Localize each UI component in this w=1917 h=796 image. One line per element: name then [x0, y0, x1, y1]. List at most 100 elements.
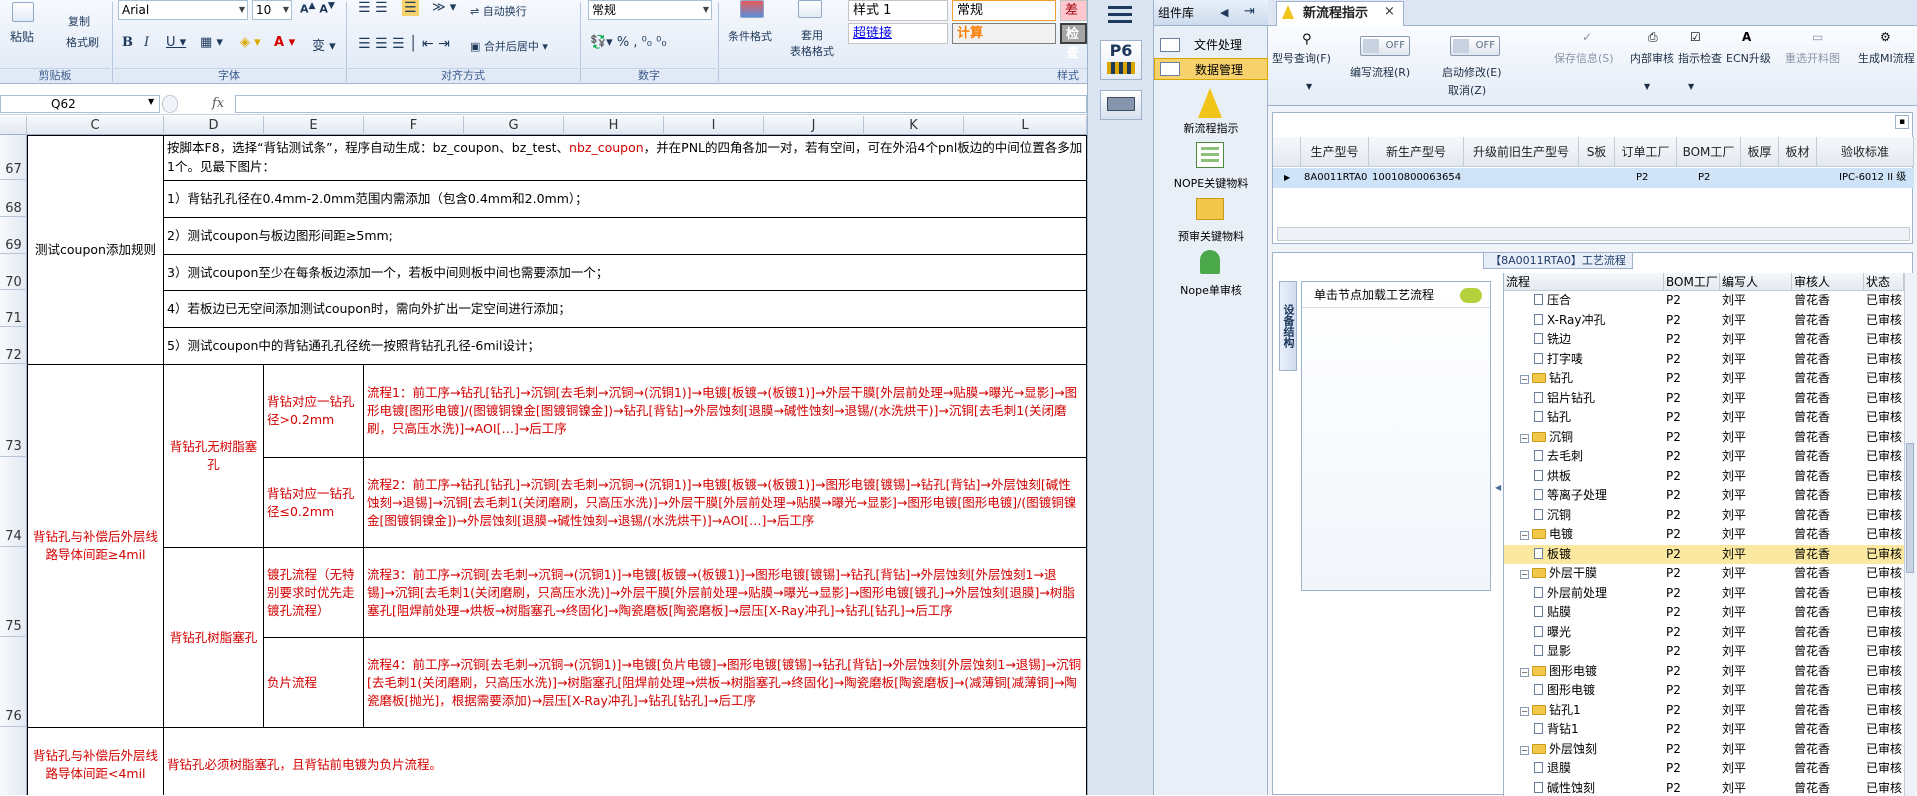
row-header[interactable]: 72	[0, 327, 27, 364]
orientation-icon[interactable]: ≫ ▾	[432, 0, 456, 15]
grid-header[interactable]: 板厚	[1741, 137, 1779, 167]
tree-header[interactable]: 审核人	[1792, 273, 1864, 291]
table-format-icon[interactable]	[798, 0, 822, 18]
tree-node[interactable]: 去毛刺P2刘平曾花香已审核	[1504, 447, 1904, 466]
tree-node[interactable]: 曝光P2刘平曾花香已审核	[1504, 623, 1904, 642]
cell-r71[interactable]: 4）若板边已无空间添加测试coupon时，需向外扩出一定空间进行添加；	[164, 291, 1087, 328]
align-left-icon[interactable]: ☰ ☰ ☰ │ ⇤ ⇥	[358, 36, 450, 52]
formula-input[interactable]	[235, 95, 1087, 113]
row-header[interactable]: 67	[0, 135, 27, 180]
row-header[interactable]: 71	[0, 290, 27, 327]
style-1[interactable]: 样式 1	[848, 0, 948, 21]
name-box[interactable]: Q62	[0, 95, 160, 113]
tree-header[interactable]: 状态	[1864, 273, 1904, 291]
cell-thickness[interactable]	[1741, 168, 1744, 188]
grid-header[interactable]: 生产型号	[1301, 137, 1369, 167]
cell-r67[interactable]: 按脚本F8，选择“背钻测试条”，程序自动生成：bz_coupon、bz_test…	[164, 136, 1087, 181]
tree-node[interactable]: 碱性蚀刻P2刘平曾花香已审核	[1504, 779, 1904, 796]
wrap-text-button[interactable]: ⇌ 自动换行	[470, 3, 527, 19]
folder-open-icon[interactable]	[1196, 198, 1224, 220]
tree-node[interactable]: 图形电镀P2刘平曾花香已审核	[1504, 681, 1904, 700]
phonetic-button[interactable]: 变 ▾	[312, 35, 336, 54]
row-header[interactable]: 74	[0, 457, 27, 547]
cell-model[interactable]: 8A0011RTA0	[1301, 168, 1367, 188]
collapse-icon[interactable]: −	[1520, 746, 1529, 755]
cell-lt4-text[interactable]: 背钻孔必须树脂塞孔，且背钻前电镀为负片流程。	[164, 728, 1087, 795]
paste-icon[interactable]	[12, 2, 34, 22]
tool-new-flow[interactable]: 新流程指示	[1154, 120, 1268, 136]
close-icon[interactable]: ×	[1384, 4, 1395, 19]
copy-button[interactable]: 复制	[68, 13, 90, 29]
cell-r72[interactable]: 5）测试coupon中的背钻通孔孔径统一按照背钻孔孔径-6mil设计；	[164, 328, 1087, 365]
col-header[interactable]: F	[364, 116, 464, 135]
grid-header[interactable]: 验收标准	[1817, 137, 1914, 167]
vertical-scrollbar[interactable]	[1904, 273, 1915, 796]
style-check[interactable]: 检查	[1060, 23, 1087, 44]
grid-header[interactable]: 订单工厂	[1615, 137, 1677, 167]
menu-icon[interactable]	[1108, 6, 1132, 9]
chevron-down-icon[interactable]: ▼	[1688, 82, 1694, 91]
col-header[interactable]: K	[864, 116, 964, 135]
save-button[interactable]: 保存信息(S)	[1554, 50, 1614, 66]
spreadsheet-icon[interactable]	[1196, 142, 1224, 168]
font-size-select[interactable]: 10▼	[252, 0, 292, 20]
tree-node[interactable]: −外层干膜P2刘平曾花香已审核	[1504, 564, 1904, 583]
grid-header[interactable]: S板	[1579, 137, 1615, 167]
internal-review-button[interactable]: 内部审核	[1630, 50, 1674, 66]
number-format-select[interactable]: 常规▼	[588, 0, 712, 20]
bold-button[interactable]: B	[122, 35, 133, 50]
cell-standard[interactable]: IPC-6012 II 级	[1836, 168, 1906, 188]
border-button[interactable]: ▦ ▾	[200, 35, 223, 50]
tree-node[interactable]: −电镀P2刘平曾花香已审核	[1504, 525, 1904, 544]
row-header[interactable]: 75	[0, 547, 27, 637]
cell-le02[interactable]: 背钻对应一钻孔径≤0.2mm	[264, 458, 364, 548]
flow-check-button[interactable]: 指示检查	[1678, 50, 1722, 66]
tree-header[interactable]: BOM工厂	[1664, 273, 1720, 291]
fill-color-button[interactable]: ◈ ▾	[240, 35, 261, 50]
collapse-icon[interactable]: −	[1520, 375, 1529, 384]
cell-new-model[interactable]: 10010800063654	[1369, 168, 1461, 188]
machine-icon[interactable]	[1100, 90, 1142, 120]
tree-node[interactable]: 板镀P2刘平曾花香已审核	[1504, 545, 1904, 564]
collapse-icon[interactable]: −	[1520, 668, 1529, 677]
cell-coupon-label[interactable]: 测试coupon添加规则	[27, 136, 164, 365]
tree-node[interactable]: 贴膜P2刘平曾花香已审核	[1504, 603, 1904, 622]
p6-app-icon[interactable]: P6	[1100, 40, 1142, 80]
tool-nope-review[interactable]: Nope单审核	[1154, 282, 1268, 298]
tree-node[interactable]: 等离子处理P2刘平曾花香已审核	[1504, 486, 1904, 505]
conditional-format-button[interactable]: 条件格式	[728, 28, 772, 44]
cell-flow3[interactable]: 流程3：前工序→沉铜[去毛刺→沉铜→(沉铜1)]→电镀[板镀→(板镀1)]→图形…	[364, 548, 1087, 638]
lightning-icon[interactable]	[1198, 88, 1222, 118]
tree-node[interactable]: 显影P2刘平曾花香已审核	[1504, 642, 1904, 661]
chevron-down-icon[interactable]: ▼	[1644, 82, 1650, 91]
pin-icon[interactable]: ⇥	[1244, 4, 1255, 19]
collapse-icon[interactable]: −	[1520, 434, 1529, 443]
tree-node[interactable]: −沉铜P2刘平曾花香已审核	[1504, 428, 1904, 447]
tree-node[interactable]: 背钻1P2刘平曾花香已审核	[1504, 720, 1904, 739]
formula-expand-icon[interactable]	[162, 95, 178, 113]
cell-no-resin[interactable]: 背钻孔无树脂塞孔	[164, 365, 264, 548]
tree-node[interactable]: 压合P2刘平曾花香已审核	[1504, 291, 1904, 310]
col-header[interactable]: E	[264, 116, 364, 135]
tree-node[interactable]: X-Ray冲孔P2刘平曾花香已审核	[1504, 311, 1904, 330]
font-color-button[interactable]: A ▾	[274, 35, 295, 50]
tool-nope-material[interactable]: NOPE关键物料	[1154, 175, 1268, 191]
tab-equipment[interactable]: 设备结构	[1279, 281, 1297, 371]
tool-prereview[interactable]: 预审关键物料	[1154, 228, 1268, 244]
cell-s-board[interactable]	[1579, 168, 1582, 188]
style-normal[interactable]: 常规	[952, 0, 1056, 21]
fx-icon[interactable]: fx	[212, 96, 224, 111]
grid-header[interactable]: 新生产型号	[1369, 137, 1464, 167]
italic-button[interactable]: I	[144, 35, 149, 50]
tree-node[interactable]: −钻孔P2刘平曾花香已审核	[1504, 369, 1904, 388]
paste-button[interactable]: 粘贴	[10, 28, 34, 45]
cell-flow1[interactable]: 流程1：前工序→钻孔[钻孔]→沉铜[去毛刺→沉铜→(沉铜1)]→电镀[板镀→(板…	[364, 365, 1087, 458]
col-header[interactable]: C	[27, 116, 164, 135]
tree-node[interactable]: −钻孔1P2刘平曾花香已审核	[1504, 701, 1904, 720]
cell-material[interactable]	[1779, 168, 1782, 188]
tree-node[interactable]: −外层蚀刻P2刘平曾花香已审核	[1504, 740, 1904, 759]
tree-node[interactable]: 外层前处理P2刘平曾花香已审核	[1504, 584, 1904, 603]
chevron-left-icon[interactable]: ◀	[1220, 6, 1228, 19]
cell-old-model[interactable]	[1464, 168, 1467, 188]
user-icon[interactable]	[1200, 250, 1220, 274]
